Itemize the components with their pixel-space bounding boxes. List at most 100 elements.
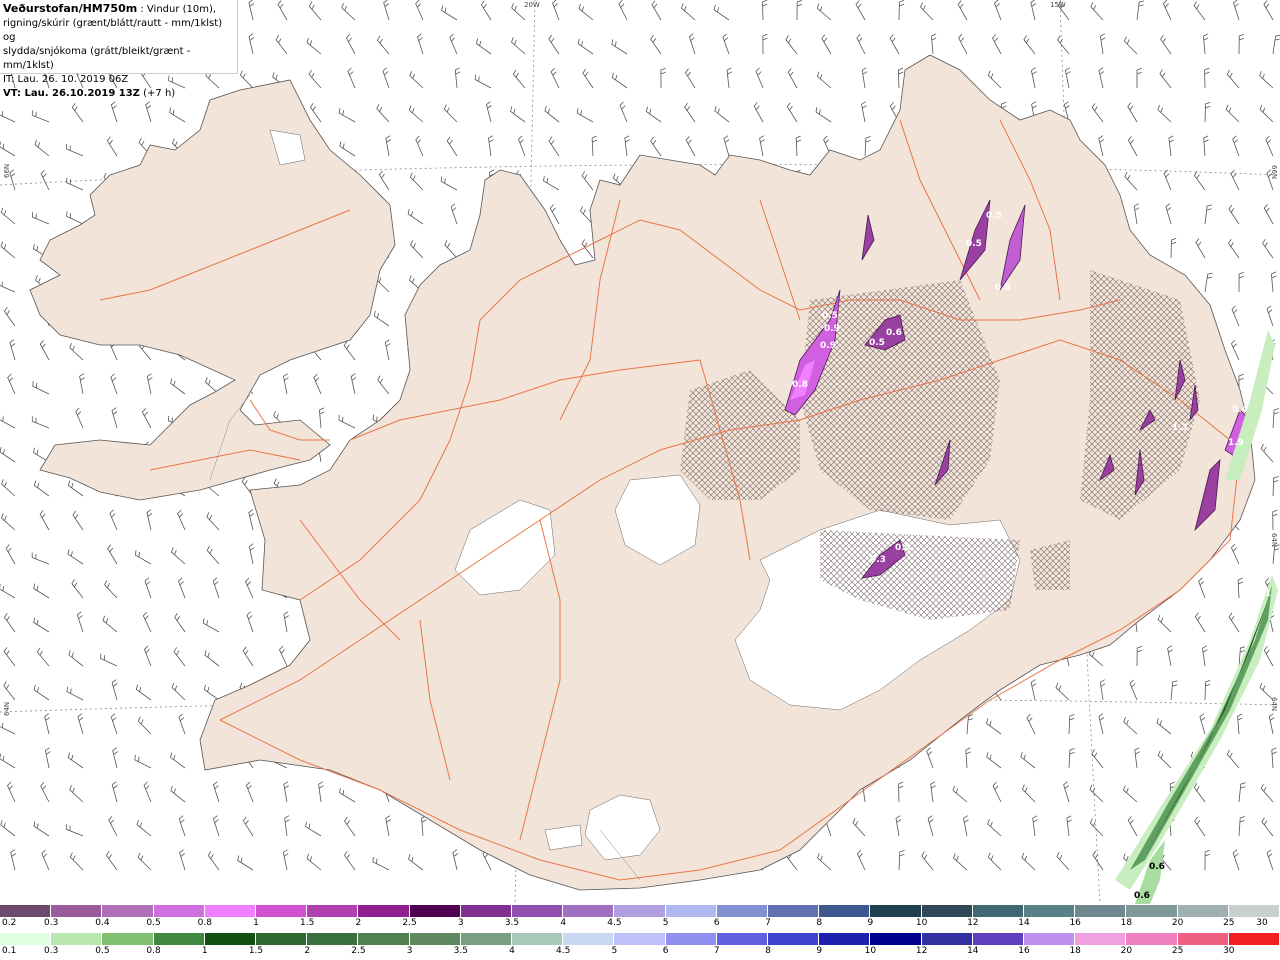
colorbar-label: 0.2 (2, 918, 17, 928)
lat-label-64n-right-2: 64N (1270, 697, 1278, 712)
colorbar-swatch (307, 933, 359, 945)
lat-label-66n-left: 66N (3, 163, 11, 178)
colorbar-label: 0.3 (44, 918, 59, 928)
precip-value-label: 0.3 (1152, 773, 1168, 783)
colorbar-label: 3 (457, 918, 464, 928)
map-title: Veðurstofan/HM750m (3, 2, 138, 15)
colorbar-swatch (819, 933, 871, 945)
colorbar-label: 0.1 (2, 946, 17, 956)
precip-value-label: 0.6 (1134, 891, 1150, 901)
map-info-box: Veðurstofan/HM750m : Vindur (10m), rigni… (0, 0, 238, 99)
precip-value-label: 0.8 (995, 283, 1011, 293)
colorbar-swatch (409, 933, 461, 945)
precip-value-label: 0.8 (792, 380, 808, 390)
precip-value-label: 0.9 (824, 324, 840, 334)
colorbar-label: 4 (560, 918, 567, 928)
valid-time: VT: Lau. 26.10.2019 13Z (3, 88, 140, 99)
colorbar-label: 3.5 (453, 946, 468, 956)
colorbar-swatch (0, 933, 52, 945)
precip-value-label: 0.4 (1232, 405, 1248, 415)
colorbar-swatch (204, 905, 257, 917)
precip-value-label: 1.3 (1172, 423, 1188, 433)
colorbar-label: 10 (915, 918, 928, 928)
precip-value-label: 0.9 (820, 341, 836, 351)
colorbar-swatch (153, 933, 205, 945)
colorbar-swatch (1228, 905, 1280, 917)
lat-label-66n-right: 66N (1270, 165, 1278, 180)
colorbar-label: 2 (355, 918, 362, 928)
precip-value-label: 2.1 (1255, 589, 1271, 599)
colorbar-swatch (716, 905, 769, 917)
lon-label-20w: 20W (524, 1, 540, 9)
colorbar-swatch (921, 933, 973, 945)
colorbar-label: 0.8 (197, 918, 212, 928)
map-title-suffix: : Vindur (10m), (137, 4, 217, 15)
colorbar-swatch (307, 905, 359, 917)
colorbar-label: 0.5 (146, 918, 161, 928)
precip-value-label: 0.6 (1149, 862, 1165, 872)
colorbar-label: 18 (1120, 918, 1133, 928)
colorbar-swatch (460, 933, 513, 945)
colorbar-swatch (614, 933, 666, 945)
colorbar-label: 4.5 (556, 946, 571, 956)
colorbar-label: 3 (406, 946, 413, 956)
colorbar-label: 9 (816, 946, 823, 956)
colorbar-swatch (870, 933, 922, 945)
colorbar-label: 4 (509, 946, 515, 956)
precip-value-label: 0.5 (895, 543, 911, 553)
colorbar-swatch (0, 905, 52, 917)
colorbar-label: 8 (765, 946, 771, 956)
colorbar-swatch (665, 905, 717, 917)
colorbar-swatch (358, 905, 410, 917)
colorbar-swatch (1228, 933, 1280, 945)
colorbar-swatch (460, 905, 513, 917)
colorbar-swatch (972, 933, 1025, 945)
colorbar-label: 8 (816, 918, 823, 928)
colorbar-label: 25 (1171, 946, 1184, 956)
colorbar-swatch (972, 905, 1025, 917)
precip-value-label: 0.3 (870, 555, 886, 565)
colorbar-label: 25 (1223, 918, 1235, 928)
colorbar-swatch (1075, 905, 1127, 917)
forecast-offset: (+7 h) (139, 88, 176, 99)
colorbar-label: 30 (1256, 918, 1268, 928)
colorbar-label: 6 (713, 918, 720, 928)
colorbar-label: 5 (611, 946, 618, 956)
precip-value-label: 0.5 (966, 239, 982, 249)
colorbar-label: 30 (1223, 946, 1235, 956)
colorbar-swatch (256, 933, 308, 945)
colorbar-label: 16 (1069, 918, 1081, 928)
colorbar-swatch (819, 905, 871, 917)
colorbar-label: 10 (864, 946, 877, 956)
legend-line-rain: rigning/skúrir (grænt/blátt/rautt - mm/1… (3, 18, 223, 43)
colorbar-swatch (921, 905, 973, 917)
colorbar-swatch (1126, 933, 1178, 945)
colorbar-label: 18 (1069, 946, 1081, 956)
colorbar-label: 14 (967, 946, 979, 956)
colorbar-swatch (563, 905, 615, 917)
colorbar-label: 16 (1018, 946, 1030, 956)
colorbar-swatch (768, 905, 820, 917)
colorbar-label: 7 (713, 946, 720, 956)
colorbar-swatch (51, 933, 103, 945)
rain-colorbar-labels: 0.1 0.3 0.5 0.8 1 1.5 2 2.5 3 3.5 4 4.5 5 6 7 8 9 10 12 14 1… (0, 946, 1280, 958)
colorbar-swatch (1126, 905, 1178, 917)
colorbar-label: 3.5 (504, 918, 520, 928)
precip-value-label: 1.9 (1228, 438, 1244, 448)
colorbar-label: 2 (304, 946, 311, 956)
precip-value-label: 0.6 (886, 328, 902, 338)
colorbar-label: 12 (967, 918, 979, 928)
colorbar-swatch (716, 933, 769, 945)
colorbar-swatch (1177, 933, 1229, 945)
colorbar-label: 1.5 (300, 918, 315, 928)
colorbar-swatch (1177, 905, 1229, 917)
colorbar-label: 20 (1120, 946, 1133, 956)
colorbar-swatch (1024, 905, 1076, 917)
snow-colorbar-labels: 0.2 0.3 0.4 0.5 0.8 1 1.5 2 2.5 3 3.5 4 4.5 5 6 7 8 9 10 12… (0, 918, 1280, 930)
colorbar-swatch (153, 905, 205, 917)
colorbar-label: 6 (662, 946, 669, 956)
colorbar-swatch (1024, 933, 1076, 945)
precip-value-label: 0.5 (869, 338, 885, 348)
colorbar-swatch (51, 905, 103, 917)
colorbar-swatch (358, 933, 410, 945)
